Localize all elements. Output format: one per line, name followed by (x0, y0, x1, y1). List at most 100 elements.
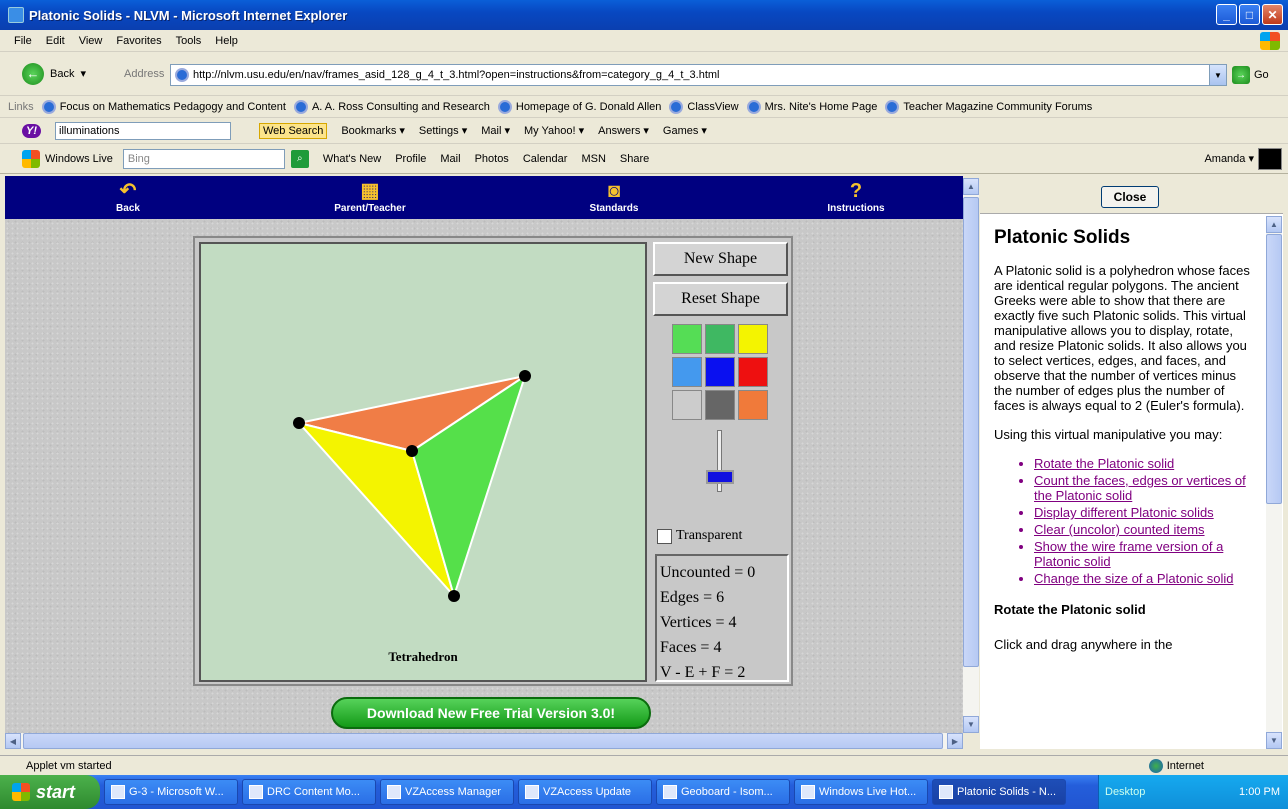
page-icon (885, 99, 900, 114)
scroll-thumb[interactable] (23, 733, 943, 749)
taskbar-item[interactable]: DRC Content Mo... (242, 779, 376, 805)
share-link[interactable]: Share (620, 153, 649, 165)
nav-parent-teacher-button[interactable]: ▦ Parent/Teacher (325, 180, 415, 214)
scroll-up-icon[interactable]: ▲ (963, 178, 979, 195)
yahoo-search-input[interactable]: illuminations (55, 121, 231, 140)
msn-link[interactable]: MSN (581, 153, 605, 165)
user-menu[interactable]: Amanda ▾ (1204, 152, 1254, 165)
horizontal-scrollbar[interactable]: ◀ ▶ (5, 733, 963, 749)
taskbar-item[interactable]: Windows Live Hot... (794, 779, 928, 805)
link-item[interactable]: Teacher Magazine Community Forums (885, 99, 1092, 114)
info-link[interactable]: Display different Platonic solids (1034, 505, 1254, 520)
link-item[interactable]: Mrs. Nite's Home Page (746, 99, 877, 114)
tetrahedron-drawing[interactable] (201, 244, 645, 680)
status-text: Applet vm started (26, 759, 112, 772)
info-link[interactable]: Rotate the Platonic solid (1034, 456, 1254, 471)
download-trial-button[interactable]: Download New Free Trial Version 3.0! (331, 697, 651, 729)
calendar-link[interactable]: Calendar (523, 153, 568, 165)
color-swatch[interactable] (738, 390, 768, 420)
whats-new-link[interactable]: What's New (323, 153, 381, 165)
windows-live-logo[interactable]: Windows Live (22, 149, 113, 168)
new-shape-button[interactable]: New Shape (653, 242, 788, 276)
menu-favorites[interactable]: Favorites (116, 35, 161, 47)
color-swatch[interactable] (705, 357, 735, 387)
address-dropdown-icon[interactable]: ▼ (1209, 65, 1226, 85)
task-label: DRC Content Mo... (267, 786, 360, 798)
window-controls: _ □ ✕ (1216, 4, 1283, 25)
left-vertical-scrollbar[interactable]: ▲ ▼ (963, 178, 979, 733)
go-button[interactable]: → Go (1232, 66, 1269, 84)
taskbar-item[interactable]: G-3 - Microsoft W... (104, 779, 238, 805)
taskbar-item[interactable]: Geoboard - Isom... (656, 779, 790, 805)
menu-file[interactable]: File (14, 35, 32, 47)
close-window-button[interactable]: ✕ (1262, 4, 1283, 25)
reset-shape-button[interactable]: Reset Shape (653, 282, 788, 316)
menu-view[interactable]: View (79, 35, 103, 47)
color-swatch[interactable] (738, 357, 768, 387)
start-button[interactable]: start (0, 775, 100, 809)
photos-link[interactable]: Photos (475, 153, 509, 165)
link-item[interactable]: Homepage of G. Donald Allen (497, 99, 661, 114)
vertex[interactable] (406, 445, 418, 457)
bookmarks-menu[interactable]: Bookmarks ▾ (341, 124, 405, 137)
taskbar-item[interactable]: VZAccess Update (518, 779, 652, 805)
mail-link[interactable]: Mail (440, 153, 460, 165)
nav-standards-button[interactable]: ◙ Standards (581, 180, 647, 214)
color-swatch[interactable] (672, 324, 702, 354)
link-item[interactable]: A. A. Ross Consulting and Research (293, 99, 490, 114)
yahoo-logo-icon[interactable]: Y! (22, 123, 41, 138)
right-vertical-scrollbar[interactable]: ▲ ▼ (1266, 216, 1282, 749)
color-swatch[interactable] (672, 357, 702, 387)
task-label: Windows Live Hot... (819, 786, 917, 798)
bing-search-input[interactable]: Bing (122, 148, 285, 169)
answers-menu[interactable]: Answers ▾ (598, 124, 649, 137)
my-yahoo-menu[interactable]: My Yahoo! ▾ (524, 124, 584, 137)
search-go-icon[interactable]: ⌕ (290, 149, 309, 168)
scroll-up-icon[interactable]: ▲ (1266, 216, 1282, 233)
info-link[interactable]: Show the wire frame version of a Platoni… (1034, 539, 1254, 569)
info-link[interactable]: Change the size of a Platonic solid (1034, 571, 1254, 586)
settings-menu[interactable]: Settings ▾ (419, 124, 467, 137)
taskbar-item-active[interactable]: Platonic Solids - N... (932, 779, 1066, 805)
games-menu[interactable]: Games ▾ (663, 124, 707, 137)
profile-link[interactable]: Profile (395, 153, 426, 165)
size-slider-thumb[interactable] (706, 470, 734, 484)
scroll-thumb[interactable] (963, 197, 979, 667)
nav-instructions-button[interactable]: ? Instructions (820, 180, 892, 214)
browser-back-button[interactable]: ← Back ▾ (22, 62, 86, 85)
minimize-button[interactable]: _ (1216, 4, 1237, 25)
shape-canvas[interactable]: Tetrahedron (199, 242, 647, 682)
maximize-button[interactable]: □ (1239, 4, 1260, 25)
color-swatch[interactable] (738, 324, 768, 354)
link-item[interactable]: Focus on Mathematics Pedagogy and Conten… (41, 99, 286, 114)
close-instructions-button[interactable]: Close (1101, 186, 1159, 208)
taskbar-item[interactable]: VZAccess Manager (380, 779, 514, 805)
link-item[interactable]: ClassView (669, 99, 739, 114)
transparent-toggle[interactable]: Transparent (657, 528, 742, 544)
menu-edit[interactable]: Edit (46, 35, 65, 47)
scroll-down-icon[interactable]: ▼ (1266, 732, 1282, 749)
user-avatar[interactable] (1258, 148, 1282, 170)
color-swatch[interactable] (672, 390, 702, 420)
menu-tools[interactable]: Tools (176, 35, 202, 47)
address-input[interactable]: http://nlvm.usu.edu/en/nav/frames_asid_1… (170, 64, 1227, 86)
color-swatch[interactable] (705, 324, 735, 354)
dropdown-arrow-icon[interactable]: ▾ (80, 67, 86, 80)
scroll-right-icon[interactable]: ▶ (947, 733, 963, 749)
nav-back-button[interactable]: ↶ Back (105, 180, 151, 214)
scroll-down-icon[interactable]: ▼ (963, 716, 979, 733)
vertex[interactable] (293, 417, 305, 429)
desktop-toolbar[interactable]: Desktop (1105, 786, 1145, 798)
mail-menu[interactable]: Mail ▾ (481, 124, 510, 137)
color-swatch[interactable] (705, 390, 735, 420)
nav-instructions-label: Instructions (827, 203, 885, 214)
transparent-checkbox[interactable] (657, 528, 672, 544)
scroll-thumb[interactable] (1266, 234, 1282, 504)
scroll-left-icon[interactable]: ◀ (5, 733, 21, 749)
web-search-button[interactable]: Web Search (259, 122, 328, 139)
vertex[interactable] (519, 370, 531, 382)
menu-help[interactable]: Help (215, 35, 238, 47)
info-link[interactable]: Count the faces, edges or vertices of th… (1034, 473, 1254, 503)
vertex[interactable] (448, 590, 460, 602)
info-link[interactable]: Clear (uncolor) counted items (1034, 522, 1254, 537)
